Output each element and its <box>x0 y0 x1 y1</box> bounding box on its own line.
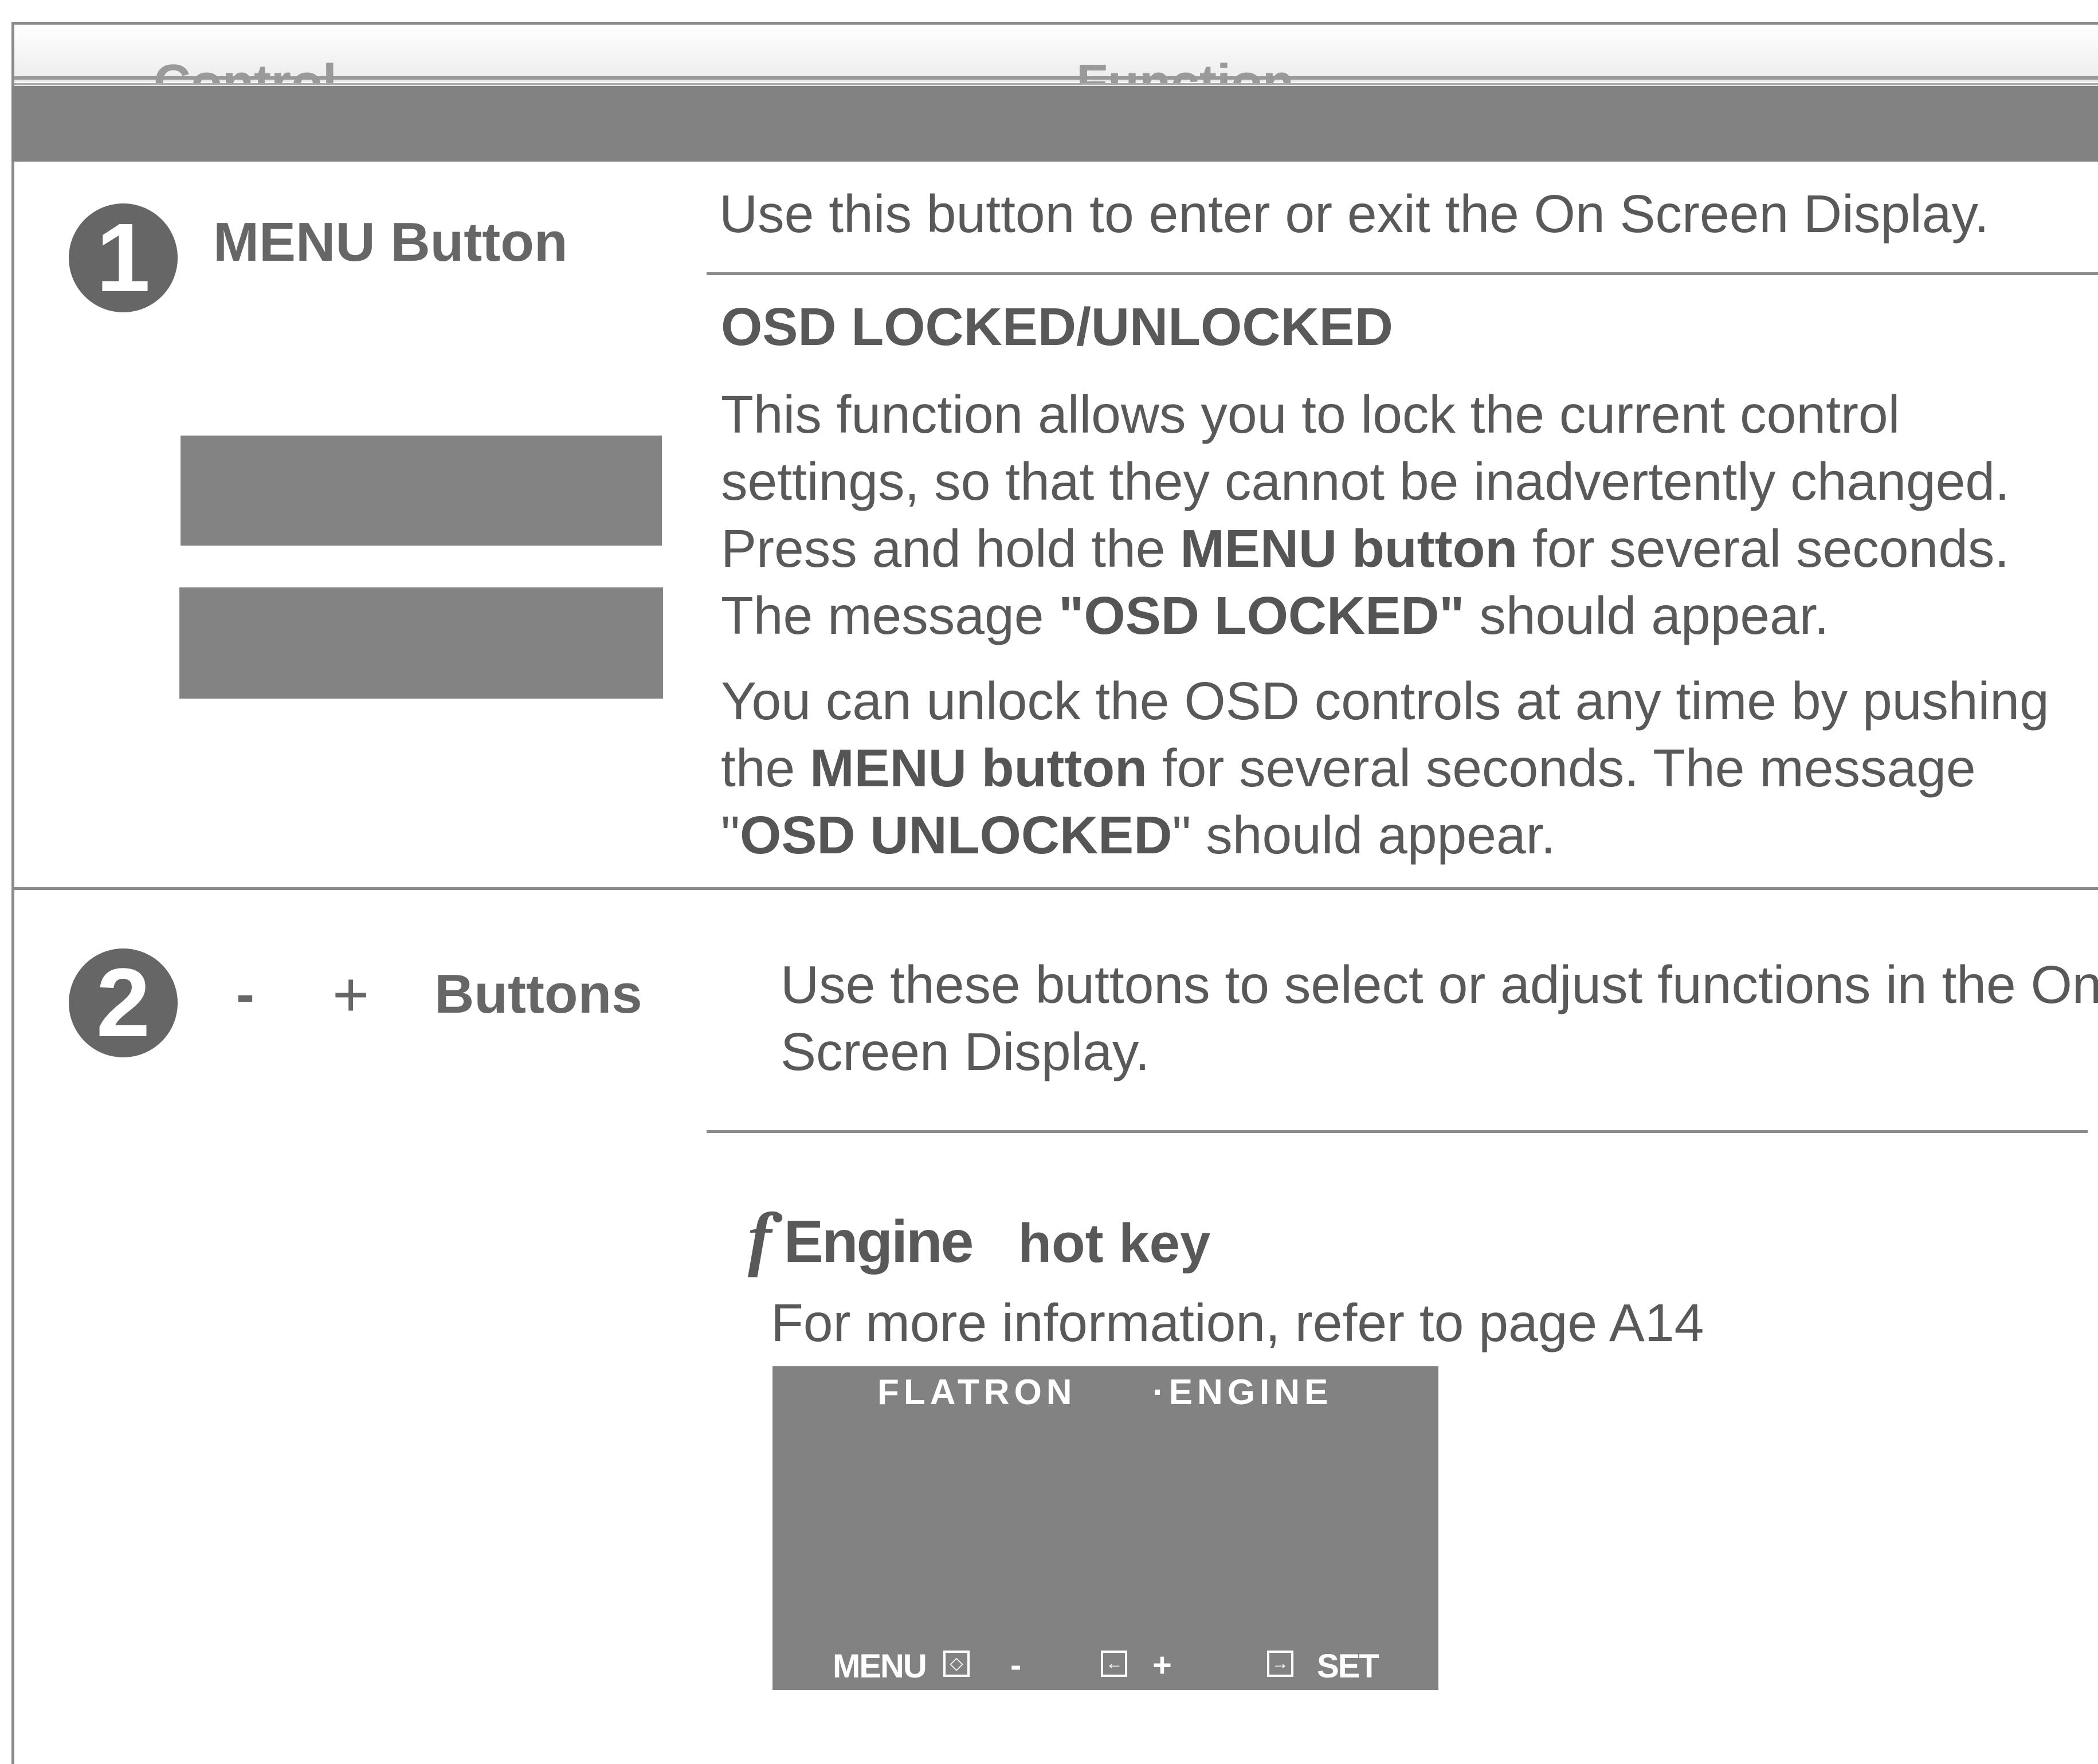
osd-minus-label: - <box>1010 1647 1021 1684</box>
osd-menu-icon: ◇ <box>943 1651 970 1677</box>
divider <box>707 1130 2088 1133</box>
hot-key-label: hot key <box>1018 1213 1211 1274</box>
osd-engine-title: ·ENGINE <box>1152 1373 1333 1412</box>
menu-button-image <box>179 587 663 699</box>
menu-button-emphasis: MENU button <box>810 738 1147 798</box>
osd-flatron-title: FLATRON <box>877 1373 1077 1412</box>
plus-symbol: + <box>332 959 370 1030</box>
row-divider <box>14 887 2098 890</box>
osd-lock-line: settings, so that they cannot be inadver… <box>721 452 2010 511</box>
fengine-hotkey-heading: f•Engine hot key <box>748 1198 1210 1280</box>
osd-screen-image: FLATRON ·ENGINE MENU ◇ - ← + → SET ▣ <box>772 1366 1508 1690</box>
row2-number-badge: 2 <box>69 948 178 1057</box>
osd-unlocked-emphasis: OSD UNLOCKED <box>740 805 1172 865</box>
minus-symbol: - <box>236 963 254 1025</box>
osd-plus-label: + <box>1152 1647 1172 1684</box>
osd-unlock-line: "OSD UNLOCKED" should appear. <box>721 805 1556 865</box>
menu-function-intro: Use this button to enter or exit the On … <box>719 184 1989 244</box>
buttons-title: Buttons <box>434 963 642 1025</box>
buttons-function-line: Use these buttons to select or adjust fu… <box>781 955 2098 1014</box>
menu-button-image <box>181 436 662 546</box>
fengine-engine-label: Engine <box>783 1209 974 1275</box>
osd-lock-line: The message "OSD LOCKED" should appear. <box>721 586 1829 645</box>
row1-number-badge: 1 <box>69 203 178 312</box>
osd-menu-label: MENU <box>833 1648 927 1685</box>
dot-symbol: • <box>771 1198 784 1237</box>
osd-unlock-line: the MENU button for several seconds. The… <box>721 738 1976 798</box>
osd-set-label: SET <box>1317 1648 1379 1685</box>
osd-lock-line: This function allows you to lock the cur… <box>721 385 1900 444</box>
menu-button-title: MENU Button <box>213 211 568 273</box>
osd-left-arrow-icon: ← <box>1101 1651 1128 1677</box>
header-bar <box>11 86 2098 162</box>
divider <box>707 272 2098 275</box>
osd-set-icon: ▣ <box>1481 1651 1508 1677</box>
fengine-f-logo: f <box>748 1199 772 1278</box>
buttons-function-line: Screen Display. <box>781 1022 1150 1081</box>
page-reference: For more information, refer to page A14 <box>771 1293 1704 1353</box>
menu-button-emphasis: MENU button <box>1180 519 1518 578</box>
osd-unlock-line: You can unlock the OSD controls at any t… <box>721 671 2049 731</box>
osd-locked-emphasis: "OSD LOCKED" <box>1058 586 1465 645</box>
osd-right-arrow-icon: → <box>1266 1651 1293 1677</box>
header-rule <box>14 83 2098 85</box>
header-rule <box>14 76 2098 80</box>
osd-lock-heading: OSD LOCKED/UNLOCKED <box>721 297 1393 356</box>
osd-lock-line: Press and hold the MENU button for sever… <box>721 519 2010 578</box>
